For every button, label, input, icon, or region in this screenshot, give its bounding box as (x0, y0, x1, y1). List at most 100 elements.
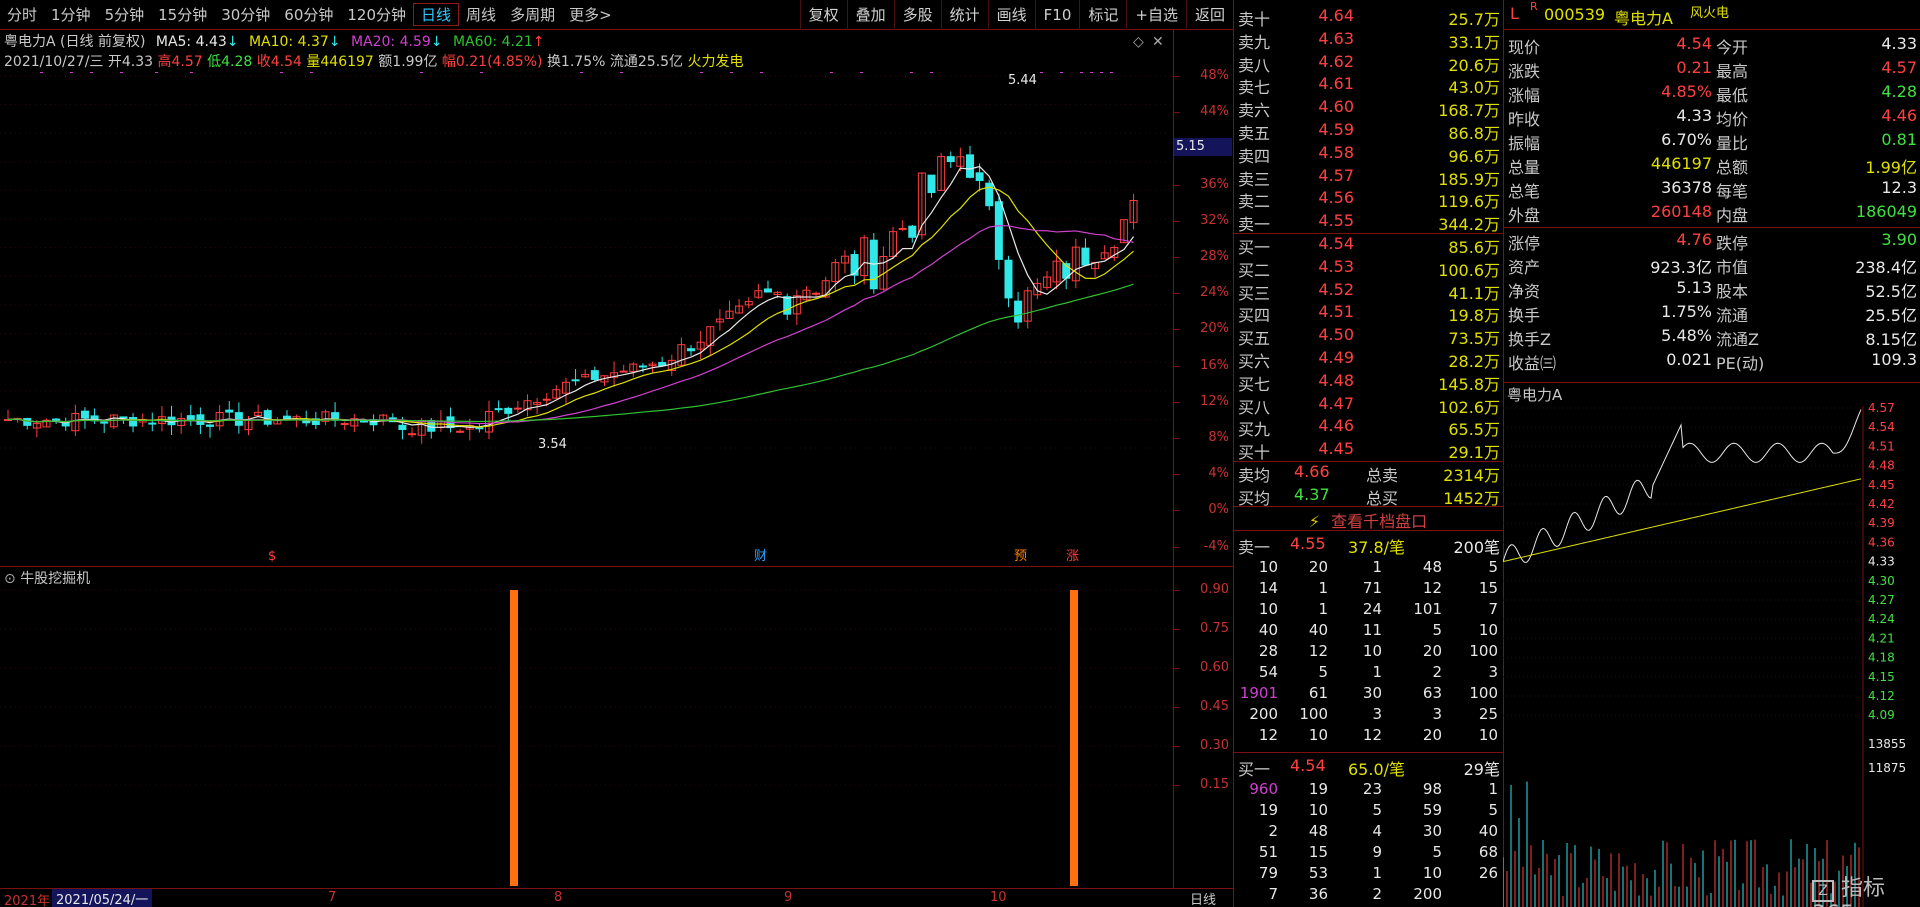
quote-value: 923.3亿 (1650, 258, 1712, 277)
quote-value: 8.15亿 (1865, 330, 1917, 349)
ask-label: 卖二 (1238, 192, 1271, 212)
quote-value: 4.46 (1881, 106, 1917, 125)
bid-row: 买三 4.52 41.1万 (1238, 280, 1500, 303)
period-tab-fenshi[interactable]: 分时 (0, 4, 44, 25)
bid-price: 4.48 (1318, 370, 1354, 390)
ask-volume: 96.6万 (1448, 146, 1500, 166)
mini-price-tick: 4.54 (1868, 420, 1895, 434)
queue-cell: 3 (1488, 663, 1498, 681)
tick-mark (1174, 746, 1180, 747)
buy1-summary: 买一 4.54 65.0/笔 29笔 (1238, 756, 1500, 779)
period-tab-15min[interactable]: 15分钟 (151, 4, 214, 25)
stats-button[interactable]: 统计 (940, 0, 988, 30)
dividend-marker: $ (268, 549, 276, 564)
tick-mark (1174, 184, 1180, 186)
quote-label: 最高 (1716, 62, 1749, 81)
diamond-icon[interactable]: ◇ (1133, 34, 1144, 50)
view-depth-button[interactable]: ⚡ 查看千档盘口 (1233, 508, 1503, 531)
quote-value: 1.99亿 (1865, 158, 1917, 177)
queue-cell: 7 (1268, 885, 1278, 903)
bid-label: 买八 (1238, 397, 1271, 417)
intraday-chart[interactable]: 4.57 4.54 4.51 4.48 4.45 4.42 4.39 4.36 4.33 4.30… (1503, 384, 1920, 907)
candle-body (234, 412, 243, 426)
candle-body (1081, 247, 1090, 266)
queue-cell: 101 (1413, 600, 1442, 618)
period-tab-5min[interactable]: 5分钟 (98, 4, 152, 25)
bid-label: 买一 (1238, 238, 1271, 257)
mark-button[interactable]: 标记 (1079, 0, 1126, 30)
sell-queue-grid: 10 20 1 48 5 14 1 71 12 15 10 1 24 101 7 40 40 11 5 10 28 12 1… (1238, 558, 1500, 747)
intraday-avg-line (1503, 478, 1862, 563)
quote-label: 市值 (1716, 258, 1749, 277)
queue-cell: 12 (1422, 579, 1442, 597)
add-watchlist-button[interactable]: +自选 (1126, 0, 1186, 30)
tick-mark (1174, 546, 1180, 548)
ask-label: 卖五 (1238, 124, 1271, 143)
queue-cell: 3 (1432, 705, 1442, 723)
close-icon[interactable]: ✕ (1152, 34, 1164, 50)
ask-label: 卖一 (1238, 215, 1271, 235)
queue-cell: 20 (1422, 726, 1442, 744)
avg-sell-label: 卖均 (1238, 466, 1271, 485)
fuquan-button[interactable]: 复权 (799, 0, 847, 30)
mini-price-tick: 4.21 (1868, 631, 1895, 645)
quote-label: 收益㈢ (1508, 354, 1557, 373)
ask-price: 4.56 (1318, 188, 1354, 208)
back-button[interactable]: 返回 (1185, 0, 1233, 30)
queue-cell: 20 (1308, 558, 1328, 576)
event-marker (1060, 72, 1063, 73)
period-tab-1min[interactable]: 1分钟 (44, 4, 98, 25)
mini-price-tick: 4.30 (1868, 574, 1895, 588)
bid-label: 买七 (1238, 374, 1271, 394)
ask-volume: 43.0万 (1448, 78, 1500, 98)
ask-row: 卖三 4.57 185.9万 (1238, 166, 1500, 189)
buy-queue-row: 19 10 5 59 5 (1238, 801, 1500, 822)
period-tab-weekly[interactable]: 周线 (459, 4, 503, 25)
tick-mark (1174, 785, 1180, 786)
period-tab-60min[interactable]: 60分钟 (277, 4, 340, 25)
queue-cell: 25 (1478, 705, 1498, 723)
event-marker (830, 72, 833, 73)
bid-label: 买五 (1238, 329, 1271, 349)
min-price-label: 3.54 (538, 437, 567, 452)
avg-sell-row: 卖均 4.66 总卖 2314万 (1238, 462, 1500, 485)
queue-cell: 12 (1308, 642, 1328, 660)
draw-line-button[interactable]: 画线 (987, 0, 1035, 30)
sell-queue-row: 10 1 24 101 7 (1238, 600, 1500, 621)
period-tab-more[interactable]: 更多> (562, 4, 619, 25)
event-marker (190, 72, 193, 73)
queue-cell: 15 (1478, 579, 1498, 597)
ask-row: 卖七 4.61 43.0万 (1238, 74, 1500, 98)
candle-body (129, 417, 138, 427)
candle-body (994, 201, 1003, 260)
stock-code: 000539 (1544, 5, 1606, 24)
indicator-title: ⊙ 牛股挖掘机 (4, 568, 90, 588)
bid-row: 买四 4.51 19.8万 (1238, 302, 1500, 325)
period-tab-30min[interactable]: 30分钟 (214, 4, 277, 25)
indicator-chart[interactable] (0, 566, 1173, 888)
indicator-settings-icon[interactable]: ⊙ (4, 571, 16, 587)
f10-button[interactable]: F10 (1034, 0, 1080, 30)
multi-stock-button[interactable]: 多股 (893, 0, 941, 30)
sell-queue-row: 14 1 71 12 15 (1238, 579, 1500, 600)
ask-volume: 25.7万 (1448, 10, 1500, 29)
queue-cell: 98 (1422, 780, 1442, 798)
ask-row: 卖八 4.62 20.6万 (1238, 52, 1500, 75)
candlestick-chart[interactable]: 5.44 3.54 $ 财 预 涨 (0, 72, 1173, 566)
sell-queue-row: 1901 61 30 63 100 (1238, 684, 1500, 705)
period-tab-daily[interactable]: 日线 (413, 3, 460, 26)
period-tab-multi[interactable]: 多周期 (503, 4, 562, 25)
ma5-line (7, 165, 1135, 428)
queue-cell: 40 (1308, 621, 1328, 639)
ask-row: 卖二 4.56 119.6万 (1238, 188, 1500, 212)
quote-label: 每笔 (1716, 182, 1749, 201)
sell1-count: 200笔 (1453, 538, 1500, 557)
candle-body (504, 407, 513, 414)
queue-cell: 100 (1299, 705, 1328, 723)
queue-cell: 20 (1422, 642, 1442, 660)
period-tab-120min[interactable]: 120分钟 (340, 4, 413, 25)
overlay-button[interactable]: 叠加 (846, 0, 894, 30)
lightning-icon: ⚡ (1308, 512, 1321, 531)
mini-price-tick: 4.24 (1868, 612, 1895, 626)
indicator-tick: 0.30 (1200, 738, 1229, 753)
